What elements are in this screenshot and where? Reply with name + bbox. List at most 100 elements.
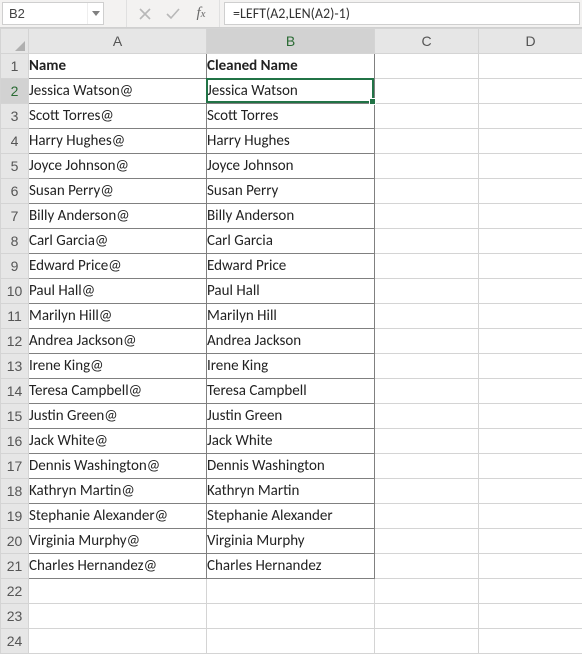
cell-D9[interactable] xyxy=(479,254,582,279)
cell-B15[interactable]: Justin Green xyxy=(207,404,375,429)
cell-C1[interactable] xyxy=(375,54,479,79)
cell-B10[interactable]: Paul Hall xyxy=(207,279,375,304)
row-head-18[interactable]: 18 xyxy=(1,479,29,504)
cell-C9[interactable] xyxy=(375,254,479,279)
cell-A6[interactable]: Susan Perry@ xyxy=(29,179,207,204)
cell-C17[interactable] xyxy=(375,454,479,479)
cell-B12[interactable]: Andrea Jackson xyxy=(207,329,375,354)
row-head-6[interactable]: 6 xyxy=(1,179,29,204)
cell-A1[interactable]: Name xyxy=(29,54,207,79)
cell-A16[interactable]: Jack White@ xyxy=(29,429,207,454)
cell-D12[interactable] xyxy=(479,329,582,354)
cell-D1[interactable] xyxy=(479,54,582,79)
cell-D11[interactable] xyxy=(479,304,582,329)
cell-C19[interactable] xyxy=(375,504,479,529)
cell-D20[interactable] xyxy=(479,529,582,554)
row-head-7[interactable]: 7 xyxy=(1,204,29,229)
cell-A19[interactable]: Stephanie Alexander@ xyxy=(29,504,207,529)
row-head-11[interactable]: 11 xyxy=(1,304,29,329)
cell-C3[interactable] xyxy=(375,104,479,129)
cell-C23[interactable] xyxy=(375,604,479,629)
cell-D21[interactable] xyxy=(479,554,582,579)
cell-D15[interactable] xyxy=(479,404,582,429)
row-head-17[interactable]: 17 xyxy=(1,454,29,479)
cell-B4[interactable]: Harry Hughes xyxy=(207,129,375,154)
cell-D10[interactable] xyxy=(479,279,582,304)
cell-A20[interactable]: Virginia Murphy@ xyxy=(29,529,207,554)
row-head-5[interactable]: 5 xyxy=(1,154,29,179)
cell-B1[interactable]: Cleaned Name xyxy=(207,54,375,79)
row-head-14[interactable]: 14 xyxy=(1,379,29,404)
name-box-dropdown[interactable] xyxy=(87,3,103,24)
formula-input[interactable]: =LEFT(A2,LEN(A2)-1) xyxy=(224,2,580,25)
cell-B16[interactable]: Jack White xyxy=(207,429,375,454)
cell-B3[interactable]: Scott Torres xyxy=(207,104,375,129)
row-head-9[interactable]: 9 xyxy=(1,254,29,279)
cell-B20[interactable]: Virginia Murphy xyxy=(207,529,375,554)
cell-B24[interactable] xyxy=(207,629,375,654)
select-all-corner[interactable] xyxy=(1,29,29,54)
cell-A15[interactable]: Justin Green@ xyxy=(29,404,207,429)
cell-D6[interactable] xyxy=(479,179,582,204)
cell-A9[interactable]: Edward Price@ xyxy=(29,254,207,279)
cell-C16[interactable] xyxy=(375,429,479,454)
cell-B8[interactable]: Carl Garcia xyxy=(207,229,375,254)
row-head-24[interactable]: 24 xyxy=(1,629,29,654)
cell-A13[interactable]: Irene King@ xyxy=(29,354,207,379)
name-box[interactable] xyxy=(3,3,87,24)
cell-B18[interactable]: Kathryn Martin xyxy=(207,479,375,504)
insert-function-button[interactable]: fx xyxy=(191,3,211,25)
row-head-12[interactable]: 12 xyxy=(1,329,29,354)
cell-A10[interactable]: Paul Hall@ xyxy=(29,279,207,304)
cell-C5[interactable] xyxy=(375,154,479,179)
cell-D24[interactable] xyxy=(479,629,582,654)
cell-C8[interactable] xyxy=(375,229,479,254)
cell-D14[interactable] xyxy=(479,379,582,404)
cell-C21[interactable] xyxy=(375,554,479,579)
cell-A21[interactable]: Charles Hernandez@ xyxy=(29,554,207,579)
cell-B17[interactable]: Dennis Washington xyxy=(207,454,375,479)
cell-C7[interactable] xyxy=(375,204,479,229)
cell-C12[interactable] xyxy=(375,329,479,354)
cell-D3[interactable] xyxy=(479,104,582,129)
col-head-A[interactable]: A xyxy=(29,29,207,54)
cell-A7[interactable]: Billy Anderson@ xyxy=(29,204,207,229)
cell-A3[interactable]: Scott Torres@ xyxy=(29,104,207,129)
cell-A12[interactable]: Andrea Jackson@ xyxy=(29,329,207,354)
cell-C2[interactable] xyxy=(375,79,479,104)
cell-D19[interactable] xyxy=(479,504,582,529)
cell-A22[interactable] xyxy=(29,579,207,604)
row-head-3[interactable]: 3 xyxy=(1,104,29,129)
cell-D4[interactable] xyxy=(479,129,582,154)
row-head-2[interactable]: 2 xyxy=(1,79,29,104)
row-head-13[interactable]: 13 xyxy=(1,354,29,379)
cell-B5[interactable]: Joyce Johnson xyxy=(207,154,375,179)
row-head-19[interactable]: 19 xyxy=(1,504,29,529)
cell-A8[interactable]: Carl Garcia@ xyxy=(29,229,207,254)
cell-D5[interactable] xyxy=(479,154,582,179)
row-head-22[interactable]: 22 xyxy=(1,579,29,604)
cell-A4[interactable]: Harry Hughes@ xyxy=(29,129,207,154)
col-head-B[interactable]: B xyxy=(207,29,375,54)
cell-B2[interactable]: Jessica Watson xyxy=(207,79,375,104)
cell-A5[interactable]: Joyce Johnson@ xyxy=(29,154,207,179)
row-head-4[interactable]: 4 xyxy=(1,129,29,154)
cell-D7[interactable] xyxy=(479,204,582,229)
cell-C18[interactable] xyxy=(375,479,479,504)
cell-C13[interactable] xyxy=(375,354,479,379)
cell-C20[interactable] xyxy=(375,529,479,554)
enter-formula-button[interactable] xyxy=(163,3,183,25)
cell-C15[interactable] xyxy=(375,404,479,429)
cell-C10[interactable] xyxy=(375,279,479,304)
cell-B23[interactable] xyxy=(207,604,375,629)
cell-A23[interactable] xyxy=(29,604,207,629)
cell-C11[interactable] xyxy=(375,304,479,329)
cell-B7[interactable]: Billy Anderson xyxy=(207,204,375,229)
row-head-20[interactable]: 20 xyxy=(1,529,29,554)
cell-C24[interactable] xyxy=(375,629,479,654)
cancel-formula-button[interactable] xyxy=(135,3,155,25)
cell-B14[interactable]: Teresa Campbell xyxy=(207,379,375,404)
cell-A11[interactable]: Marilyn Hill@ xyxy=(29,304,207,329)
cell-B9[interactable]: Edward Price xyxy=(207,254,375,279)
cell-B22[interactable] xyxy=(207,579,375,604)
